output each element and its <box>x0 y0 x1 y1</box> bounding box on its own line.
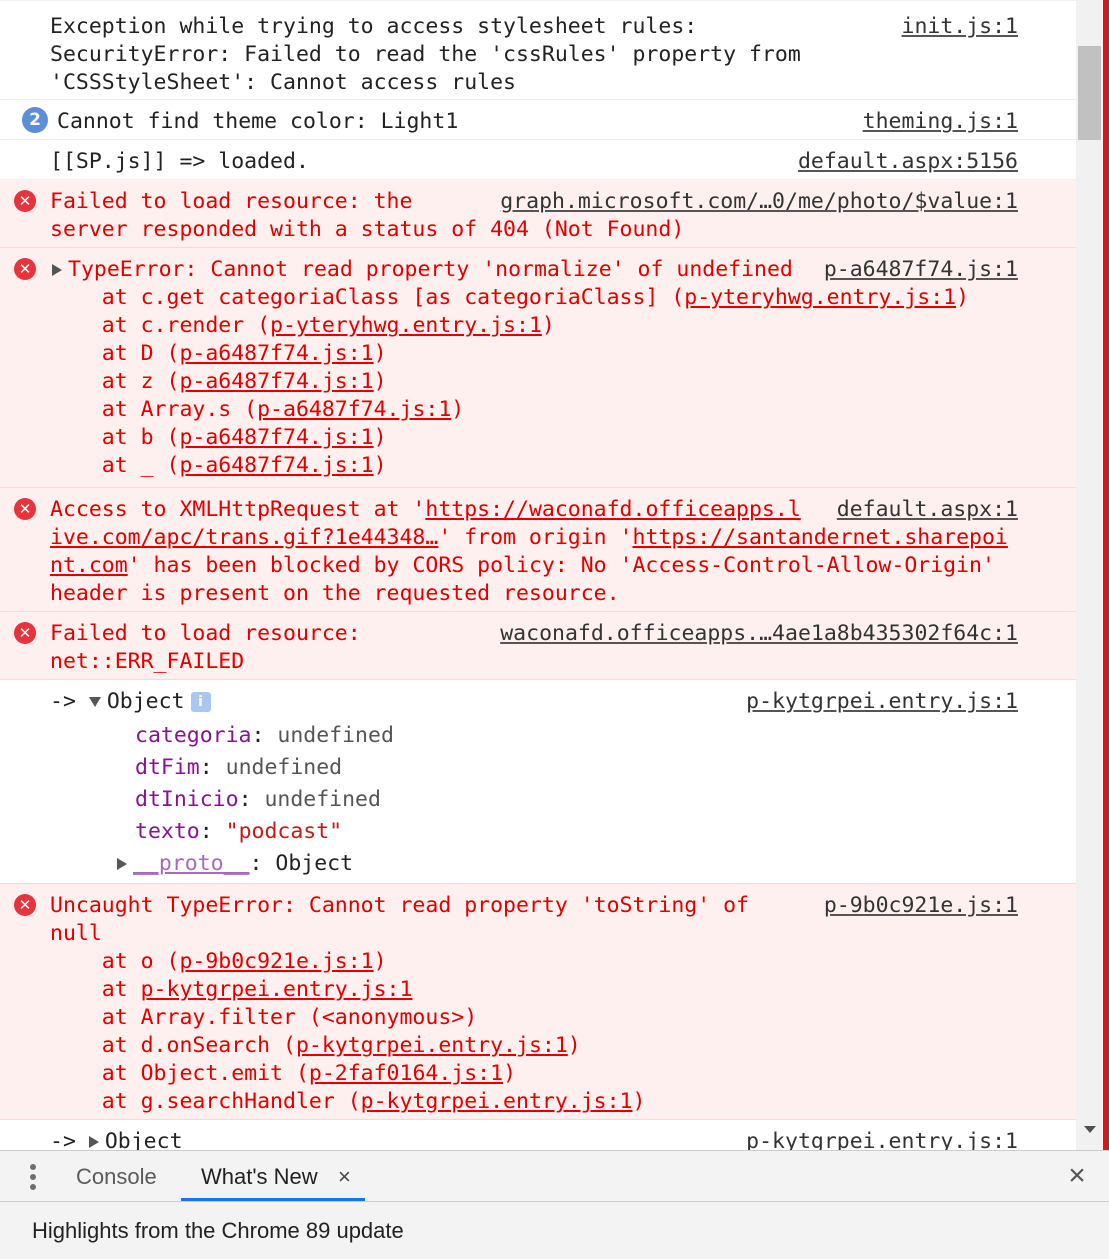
source-link[interactable]: graph.microsoft.com/…0/me/photo/$value:1 <box>500 188 1018 216</box>
message-line: Failed to load resource: the graph.micros… <box>50 188 1018 216</box>
console-message: 2 Cannot find theme color: Light1 theming… <box>0 100 1076 140</box>
console-panel: Exception while trying to access stylesh… <box>0 0 1076 1150</box>
console-error: ✕ TypeError: Cannot read property 'norma… <box>0 248 1076 488</box>
stack-frame: at c.get categoriaClass [as categoriaCla… <box>50 285 970 310</box>
console-scrollbar[interactable] <box>1076 0 1103 1150</box>
source-link[interactable]: p-kytgrpei.entry.js:1 <box>746 1128 1018 1150</box>
url-link[interactable]: https://waconafd.officeapps.l <box>425 497 800 522</box>
drawer-tab-bar: Console What's New × × <box>0 1150 1109 1202</box>
stack-frame: at c.render (p-yteryhwg.entry.js:1) <box>50 313 555 338</box>
expand-triangle-icon[interactable] <box>88 1136 99 1148</box>
object-property: dtFim: undefined <box>135 755 343 780</box>
console-object-message: -> Object p-kytgrpei.entry.js:1 <box>0 1120 1076 1150</box>
close-drawer-icon[interactable]: × <box>1064 1157 1090 1195</box>
stack-frame: at z (p-a6487f74.js:1) <box>50 369 387 394</box>
stack-link[interactable]: p-2faf0164.js:1 <box>309 1061 503 1086</box>
message-line: nt.com' has been blocked by CORS policy:… <box>50 553 995 578</box>
whats-new-heading: Highlights from the Chrome 89 update <box>32 1218 404 1243</box>
message-line: header is present on the requested resou… <box>50 581 620 606</box>
message-line: SecurityError: Failed to read the 'cssRu… <box>50 42 801 67</box>
source-link[interactable]: p-a6487f74.js:1 <box>824 256 1018 284</box>
stack-frame: at D (p-a6487f74.js:1) <box>50 341 387 366</box>
message-line: [[SP.js]] => loaded. default.aspx:5156 <box>50 148 1018 176</box>
stack-link[interactable]: p-yteryhwg.entry.js:1 <box>684 285 956 310</box>
whats-new-panel: Highlights from the Chrome 89 update <box>0 1202 1109 1259</box>
message-line: server responded with a status of 404 (N… <box>50 217 685 242</box>
object-header[interactable]: -> Object p-kytgrpei.entry.js:1 <box>0 1128 1076 1150</box>
expand-triangle-icon[interactable] <box>52 264 62 276</box>
message-line: 'CSSStyleSheet': Cannot access rules <box>50 70 516 95</box>
source-link[interactable]: p-kytgrpei.entry.js:1 <box>746 688 1018 716</box>
scroll-down-arrow-icon[interactable] <box>1084 1126 1096 1133</box>
console-error: ✕ Access to XMLHttpRequest at 'https://w… <box>0 488 1076 612</box>
tab-console[interactable]: Console <box>76 1151 157 1201</box>
source-link[interactable]: theming.js:1 <box>863 108 1018 136</box>
tab-label: What's New <box>201 1164 318 1189</box>
url-link[interactable]: https://santandernet.sharepoi <box>633 525 1008 550</box>
url-link[interactable]: ive.com/apc/trans.gif?1e44348… <box>50 525 438 550</box>
console-error: ✕ Failed to load resource: the graph.micr… <box>0 180 1076 248</box>
stack-frame: at d.onSearch (p-kytgrpei.entry.js:1) <box>50 1033 581 1058</box>
window-edge <box>1103 0 1109 1150</box>
message-line: ive.com/apc/trans.gif?1e44348…' from ori… <box>50 525 1008 550</box>
message-line: null <box>50 921 102 946</box>
source-link[interactable]: init.js:1 <box>902 13 1019 41</box>
stack-frame: at _ (p-a6487f74.js:1) <box>50 453 387 478</box>
message-line: Exception while trying to access stylesh… <box>50 13 1019 41</box>
scrollbar-thumb[interactable] <box>1078 46 1101 140</box>
collapse-triangle-icon[interactable] <box>88 697 101 707</box>
source-link[interactable]: default.aspx:5156 <box>798 148 1018 176</box>
stack-link[interactable]: p-kytgrpei.entry.js:1 <box>361 1089 633 1114</box>
stack-frame: at b (p-a6487f74.js:1) <box>50 425 387 450</box>
stack-frame: at Object.emit (p-2faf0164.js:1) <box>50 1061 517 1086</box>
expand-triangle-icon[interactable] <box>117 858 127 870</box>
console-message: [[SP.js]] => loaded. default.aspx:5156 <box>0 140 1076 180</box>
info-icon[interactable]: i <box>190 692 211 712</box>
message-line: TypeError: Cannot read property 'normali… <box>0 256 1076 284</box>
object-property: dtInicio: undefined <box>135 787 381 812</box>
object-header[interactable]: -> Object i p-kytgrpei.entry.js:1 <box>0 688 1076 716</box>
object-proto[interactable]: __proto__: Object <box>0 848 1076 880</box>
stack-link[interactable]: p-a6487f74.js:1 <box>179 341 373 366</box>
stack-link[interactable]: p-9b0c921e.js:1 <box>179 949 373 974</box>
object-property: categoria: undefined <box>135 723 394 748</box>
stack-frame: at g.searchHandler (p-kytgrpei.entry.js:… <box>50 1089 646 1114</box>
stack-link[interactable]: p-kytgrpei.entry.js:1 <box>141 977 413 1002</box>
console-message: Exception while trying to access stylesh… <box>0 0 1076 100</box>
object-property: texto: "podcast" <box>135 819 343 844</box>
url-link[interactable]: nt.com <box>50 553 128 578</box>
stack-frame: at o (p-9b0c921e.js:1) <box>50 949 387 974</box>
stack-link[interactable]: p-a6487f74.js:1 <box>179 453 373 478</box>
tab-whats-new[interactable]: What's New × <box>181 1151 365 1201</box>
stack-link[interactable]: p-kytgrpei.entry.js:1 <box>296 1033 568 1058</box>
message-line: Uncaught TypeError: Cannot read property… <box>50 892 1018 920</box>
source-link[interactable]: default.aspx:1 <box>837 496 1018 524</box>
stack-link[interactable]: p-a6487f74.js:1 <box>179 425 373 450</box>
source-link[interactable]: p-9b0c921e.js:1 <box>824 892 1018 920</box>
source-link[interactable]: waconafd.officeapps.…4ae1a8b435302f64c:1 <box>500 620 1018 648</box>
console-error: ✕ Uncaught TypeError: Cannot read proper… <box>0 884 1076 1120</box>
stack-frame: at p-kytgrpei.entry.js:1 <box>50 977 413 1002</box>
stack-frame: at Array.filter (<anonymous>) <box>50 1005 478 1030</box>
stack-link[interactable]: p-yteryhwg.entry.js:1 <box>270 313 542 338</box>
message-line: Failed to load resource: waconafd.officea… <box>50 620 1018 648</box>
message-line: Access to XMLHttpRequest at 'https://wac… <box>50 496 1018 524</box>
stack-link[interactable]: p-a6487f74.js:1 <box>257 397 451 422</box>
message-line: Cannot find theme color: Light1 theming.j… <box>57 108 1018 136</box>
stack-frame: at Array.s (p-a6487f74.js:1) <box>50 397 465 422</box>
console-error: ✕ Failed to load resource: waconafd.offic… <box>0 612 1076 680</box>
close-tab-icon[interactable]: × <box>338 1151 351 1203</box>
console-object-message: -> Object i p-kytgrpei.entry.js:1 categori… <box>0 680 1076 884</box>
message-line: net::ERR_FAILED <box>50 649 245 674</box>
stack-link[interactable]: p-a6487f74.js:1 <box>179 369 373 394</box>
more-menu-icon[interactable] <box>26 1161 40 1193</box>
